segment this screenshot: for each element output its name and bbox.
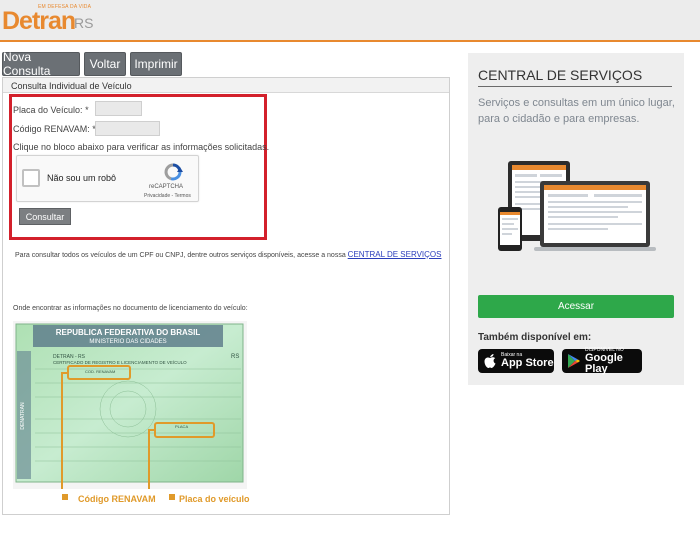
- recaptcha-links[interactable]: Privacidade - Termos: [144, 193, 191, 199]
- site-header: EM DEFESA DA VIDA Detran RS: [0, 0, 700, 42]
- sidebar-title: CENTRAL DE SERVIÇOS: [478, 67, 643, 83]
- placa-caption: Placa do veículo: [179, 494, 250, 504]
- imprimir-button[interactable]: Imprimir: [130, 52, 182, 76]
- recaptcha-checkbox[interactable]: [22, 169, 40, 187]
- central-servicos-sidebar: CENTRAL DE SERVIÇOS Serviços e consultas…: [468, 53, 684, 385]
- captcha-instruction: Clique no bloco abaixo para verificar as…: [13, 142, 270, 152]
- recaptcha-logo-icon: [164, 163, 183, 181]
- voltar-button[interactable]: Voltar: [84, 52, 126, 76]
- nova-consulta-button[interactable]: Nova Consulta: [2, 50, 80, 78]
- available-label: Também disponível em:: [478, 332, 592, 343]
- licensing-document-image: REPUBLICA FEDERATIVA DO BRASIL MINISTERI…: [13, 321, 247, 489]
- renavam-caption: Código RENAVAM: [78, 494, 156, 504]
- doc-field-placa: PLACA: [175, 424, 188, 429]
- app-store-big-text: App Store: [501, 357, 554, 369]
- placa-input[interactable]: [95, 101, 142, 116]
- central-servicos-link[interactable]: CENTRAL DE SERVIÇOS: [348, 250, 442, 259]
- google-play-big-text: Google Play: [585, 351, 623, 375]
- recaptcha-widget: Não sou um robô reCAPTCHA Privacidade - …: [16, 155, 199, 202]
- doc-header-line2: MINISTERIO DAS CIDADES: [89, 339, 166, 345]
- sidebar-divider: [478, 86, 672, 87]
- consultar-button[interactable]: Consultar: [19, 208, 71, 225]
- logo-suffix: RS: [74, 15, 94, 31]
- google-play-icon: [568, 354, 580, 368]
- document-caption: Onde encontrar as informações no documen…: [13, 305, 248, 312]
- devices-illustration: [498, 161, 656, 251]
- recaptcha-label: Não sou um robô: [47, 173, 117, 183]
- doc-side-text: DENATRAN: [20, 402, 26, 430]
- doc-header-line1: REPUBLICA FEDERATIVA DO BRASIL: [56, 328, 201, 337]
- app-store-badge[interactable]: Baixar na App Store: [478, 349, 554, 373]
- renavam-label: Código RENAVAM: *: [13, 124, 96, 134]
- google-play-badge[interactable]: DISPONÍVEL NO Google Play: [562, 347, 642, 375]
- renavam-input[interactable]: [95, 121, 160, 136]
- sidebar-description: Serviços e consultas em um único lugar, …: [478, 97, 675, 125]
- acessar-button[interactable]: Acessar: [478, 295, 674, 318]
- detran-logo[interactable]: EM DEFESA DA VIDA Detran RS: [2, 3, 102, 35]
- placa-pointer-dot: [169, 494, 175, 500]
- panel-title: Consulta Individual de Veículo: [3, 78, 449, 93]
- renavam-pointer-dot: [62, 494, 68, 500]
- recaptcha-brand: reCAPTCHA: [149, 184, 184, 190]
- logo-wordmark: Detran: [2, 7, 76, 35]
- doc-subheader-line2: CERTIFICADO DE REGISTRO E LICENCIAMENTO …: [53, 359, 187, 365]
- doc-field-renavam: COD. RENAVAM: [85, 369, 115, 374]
- central-info-text: Para consultar todos os veículos de um C…: [15, 250, 442, 259]
- doc-state: RS: [231, 354, 239, 360]
- placa-label: Placa do Veículo: *: [13, 105, 89, 115]
- apple-icon: [484, 354, 496, 368]
